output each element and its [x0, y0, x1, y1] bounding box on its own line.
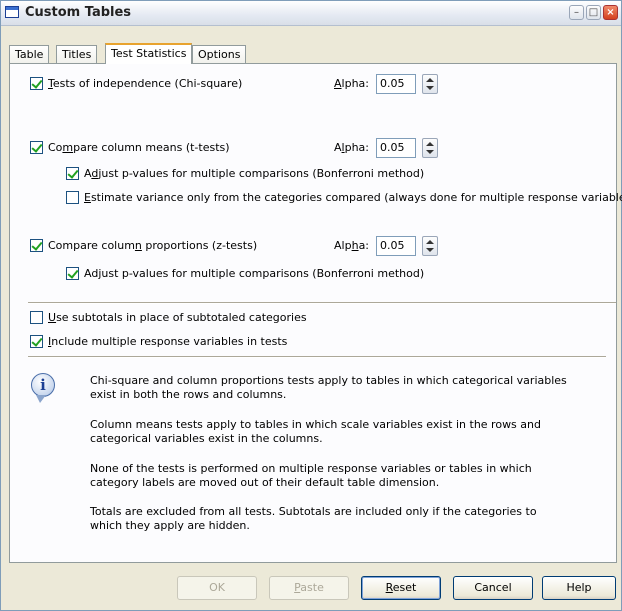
spin-down-icon[interactable]: [426, 150, 434, 154]
help-button[interactable]: Help: [542, 576, 616, 600]
window-icon: [5, 6, 19, 18]
title-bar: Custom Tables – □ ×: [1, 1, 621, 26]
spin-up-icon[interactable]: [426, 142, 434, 146]
ok-button[interactable]: OK: [177, 576, 257, 600]
compare-proportions-checkbox[interactable]: Compare column proportions (z-tests): [30, 238, 257, 254]
spin-down-icon[interactable]: [426, 248, 434, 252]
window-title: Custom Tables: [25, 5, 132, 20]
maximize-button[interactable]: □: [586, 5, 601, 20]
props-adjust-checkbox[interactable]: Adjust p-values for multiple comparisons…: [66, 266, 424, 282]
paste-button[interactable]: Paste: [269, 576, 349, 600]
info-paragraph-2: Column means tests apply to tables in wh…: [90, 418, 541, 445]
include-multiple-response-checkbox[interactable]: Include multiple response variables in t…: [30, 334, 287, 350]
cancel-button[interactable]: Cancel: [453, 576, 533, 600]
checkbox-box[interactable]: [30, 77, 43, 90]
compare-means-checkbox[interactable]: Compare column means (t-tests): [30, 140, 230, 156]
means-alpha-input[interactable]: 0.05: [376, 138, 416, 158]
props-alpha-spinner[interactable]: [422, 236, 438, 256]
chi-alpha-spinner[interactable]: [422, 74, 438, 94]
checkbox-box[interactable]: [66, 267, 79, 280]
info-paragraph-1: Chi-square and column proportions tests …: [90, 374, 567, 401]
chi-square-checkbox[interactable]: Tests of independence (Chi-square): [30, 76, 242, 92]
means-alpha-label: Alpha:: [334, 141, 369, 154]
props-alpha-label: Alpha:: [334, 239, 370, 252]
tab-options[interactable]: Options: [192, 45, 247, 63]
dialog-window: Custom Tables – □ × Table Titles Test St…: [0, 0, 622, 611]
close-button[interactable]: ×: [603, 5, 618, 20]
means-alpha-spinner[interactable]: [422, 138, 438, 158]
tab-test-statistics[interactable]: Test Statistics: [105, 43, 193, 64]
test-statistics-panel: Tests of independence (Chi-square) Alpha…: [9, 63, 622, 563]
chi-alpha-label: Alpha:: [334, 77, 369, 90]
tab-table[interactable]: Table: [9, 45, 50, 63]
use-subtotals-checkbox[interactable]: Use subtotals in place of subtotaled cat…: [30, 310, 307, 326]
checkbox-box[interactable]: [30, 311, 43, 324]
info-icon: i: [31, 373, 55, 403]
checkbox-box[interactable]: [30, 141, 43, 154]
separator: [28, 356, 606, 358]
estimate-variance-checkbox[interactable]: Estimate variance only from the categori…: [66, 190, 622, 206]
info-paragraph-3: None of the tests is performed on multip…: [90, 462, 532, 489]
reset-button[interactable]: Reset: [361, 576, 441, 600]
checkbox-box[interactable]: [30, 335, 43, 348]
separator: [28, 302, 616, 304]
spin-up-icon[interactable]: [426, 78, 434, 82]
checkbox-box[interactable]: [30, 239, 43, 252]
minimize-button[interactable]: –: [569, 5, 584, 20]
spin-up-icon[interactable]: [426, 240, 434, 244]
checkbox-box[interactable]: [66, 167, 79, 180]
tab-titles[interactable]: Titles: [56, 45, 98, 63]
means-adjust-checkbox[interactable]: Adjust p-values for multiple comparisons…: [66, 166, 424, 182]
info-paragraph-4: Totals are excluded from all tests. Subt…: [90, 505, 537, 532]
checkbox-box[interactable]: [66, 191, 79, 204]
props-alpha-input[interactable]: 0.05: [376, 236, 416, 256]
chi-alpha-input[interactable]: 0.05: [376, 74, 416, 94]
spin-down-icon[interactable]: [426, 86, 434, 90]
